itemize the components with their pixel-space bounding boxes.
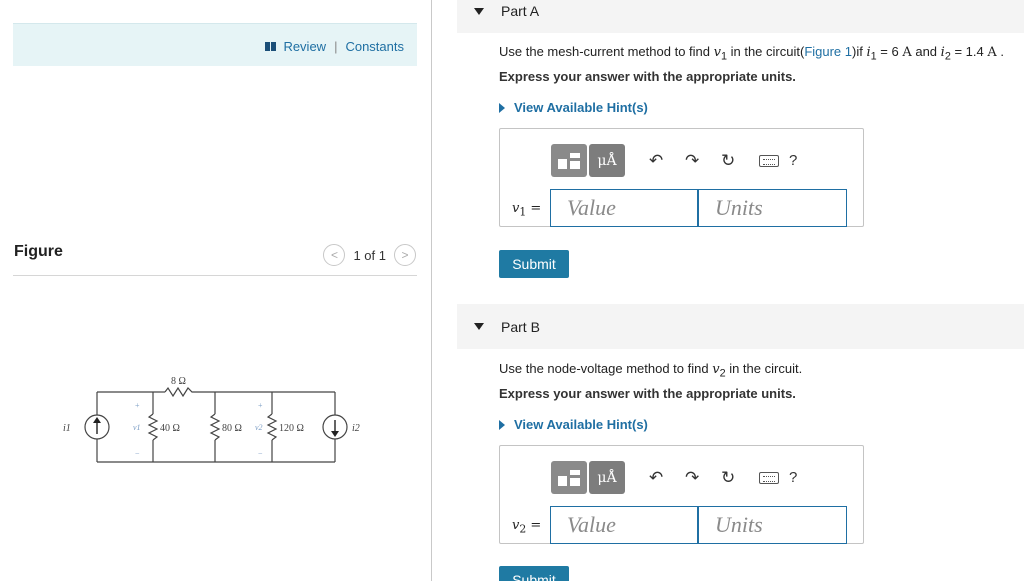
- label-80ohm: 80 Ω: [222, 423, 242, 434]
- label-120ohm: 120 Ω: [279, 423, 304, 434]
- figure-divider: [13, 275, 417, 276]
- v1-label: v1 =: [512, 201, 541, 219]
- equals-sign: =: [526, 201, 542, 216]
- templates-button[interactable]: [551, 144, 587, 177]
- units-button[interactable]: μÅ: [589, 144, 625, 177]
- figure-pane: Review | Constants Figure < 1 of 1 > i1 …: [0, 0, 432, 581]
- part-a-question: Use the mesh-current method to find v1 i…: [499, 44, 1004, 63]
- equals-sign: =: [526, 518, 542, 533]
- review-icon: [265, 42, 277, 51]
- resistor-80ohm: [209, 413, 221, 441]
- reset-icon[interactable]: ↻: [721, 468, 735, 488]
- undo-icon[interactable]: ↶: [649, 468, 663, 488]
- part-b-answer-box: μÅ ↶ ↷ ↻ ? v2 = Value Units: [499, 445, 864, 544]
- question-text: )if: [852, 44, 867, 59]
- part-a-submit-button[interactable]: Submit: [499, 250, 569, 278]
- label-v1: v1: [133, 423, 141, 432]
- review-link[interactable]: Review: [283, 39, 326, 54]
- part-b-toolbar: μÅ ↶ ↷ ↻ ?: [551, 461, 797, 494]
- label-8ohm: 8 Ω: [171, 376, 186, 387]
- resistor-40ohm: [147, 413, 159, 441]
- part-b-header[interactable]: Part B: [457, 304, 1024, 349]
- keyboard-icon[interactable]: [759, 471, 779, 484]
- keyboard-icon[interactable]: [759, 154, 779, 167]
- i2-value: = 1.4: [950, 44, 988, 59]
- figure-pager: < 1 of 1 >: [323, 244, 416, 266]
- question-pane: Part A Use the mesh-current method to fi…: [432, 0, 1024, 581]
- part-a-hint-link[interactable]: View Available Hint(s): [499, 100, 648, 115]
- units-button[interactable]: μÅ: [589, 461, 625, 494]
- figure-heading: Figure: [14, 243, 63, 260]
- part-a-answer-box: μÅ ↶ ↷ ↻ ? v1 = Value Units: [499, 128, 864, 227]
- v2-label: v2 =: [512, 518, 541, 536]
- collapse-triangle-icon: [474, 8, 484, 15]
- redo-icon[interactable]: ↷: [685, 468, 699, 488]
- hint-caret-icon: [499, 102, 505, 113]
- label-40ohm: 40 Ω: [160, 423, 180, 434]
- part-b-submit-button[interactable]: Submit: [499, 566, 569, 581]
- reset-icon[interactable]: ↻: [721, 151, 735, 171]
- v2-minus: −: [258, 449, 263, 458]
- templates-icon: [558, 152, 580, 169]
- units-input[interactable]: Units: [698, 189, 847, 227]
- help-icon[interactable]: ?: [789, 152, 797, 169]
- question-text: in the circuit(: [727, 44, 805, 59]
- question-text: Use the node-voltage method to find: [499, 361, 713, 376]
- part-b-instruction: Express your answer with the appropriate…: [499, 386, 796, 401]
- templates-button[interactable]: [551, 461, 587, 494]
- question-text: and: [911, 44, 941, 59]
- unit-b: A: [987, 45, 997, 60]
- label-i1: i1: [63, 423, 71, 434]
- constants-link[interactable]: Constants: [345, 39, 404, 54]
- question-text: in the circuit.: [725, 361, 803, 376]
- value-input[interactable]: Value: [550, 189, 698, 227]
- redo-icon[interactable]: ↷: [685, 151, 699, 171]
- i1-value: = 6: [876, 44, 903, 59]
- next-figure-button[interactable]: >: [394, 244, 416, 266]
- hint-label: View Available Hint(s): [514, 417, 648, 432]
- units-input[interactable]: Units: [698, 506, 847, 544]
- resistor-8ohm: [164, 386, 195, 398]
- part-a-toolbar: μÅ ↶ ↷ ↻ ?: [551, 144, 797, 177]
- part-b-title: Part B: [501, 319, 540, 335]
- figure-link[interactable]: Figure 1: [804, 44, 852, 59]
- v1-minus: −: [135, 449, 140, 458]
- part-b-question: Use the node-voltage method to find v2 i…: [499, 361, 802, 380]
- review-constants-bar: Review | Constants: [13, 23, 417, 66]
- part-a-title: Part A: [501, 3, 540, 19]
- value-input[interactable]: Value: [550, 506, 698, 544]
- v1-plus: +: [135, 401, 140, 410]
- undo-icon[interactable]: ↶: [649, 151, 663, 171]
- part-b-hint-link[interactable]: View Available Hint(s): [499, 417, 648, 432]
- question-text: .: [996, 44, 1004, 59]
- figure-count: 1 of 1: [353, 247, 386, 263]
- collapse-triangle-icon: [474, 323, 484, 330]
- question-text: Use the mesh-current method to find: [499, 44, 714, 59]
- hint-caret-icon: [499, 419, 505, 430]
- v2-plus: +: [258, 401, 263, 410]
- review-constants-links: Review | Constants: [265, 39, 404, 54]
- circuit-diagram: i1 i2 8 Ω 40 Ω 80 Ω 120 Ω v1 + − v2 + −: [63, 376, 360, 463]
- resistor-120ohm: [266, 413, 278, 441]
- templates-icon: [558, 469, 580, 486]
- question-var: v: [713, 45, 721, 60]
- part-a-header[interactable]: Part A: [457, 0, 1024, 33]
- prev-figure-button[interactable]: <: [323, 244, 346, 266]
- question-var: v: [712, 362, 720, 377]
- hint-label: View Available Hint(s): [514, 100, 648, 115]
- separator: |: [334, 39, 338, 54]
- label-i2: i2: [352, 423, 360, 434]
- label-v2: v2: [255, 423, 263, 432]
- help-icon[interactable]: ?: [789, 469, 797, 486]
- unit-a: A: [902, 45, 912, 60]
- part-a-instruction: Express your answer with the appropriate…: [499, 69, 796, 84]
